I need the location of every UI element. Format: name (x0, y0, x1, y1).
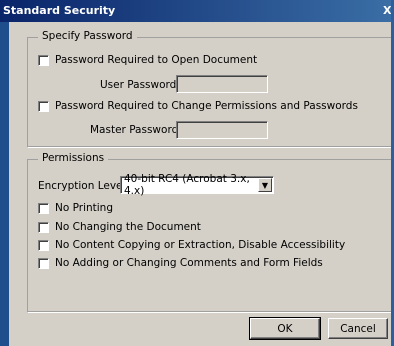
no-content-copying-checkbox[interactable] (38, 239, 49, 251)
specify-password-title: Specify Password (38, 30, 137, 42)
encryption-level-dropdown[interactable]: 40-bit RC4 (Acrobat 3.x, 4.x) ▼ (120, 173, 274, 197)
ok-button-label: OK (277, 322, 293, 335)
chevron-down-icon[interactable]: ▼ (258, 178, 272, 192)
no-printing-row[interactable]: No Printing (38, 202, 113, 214)
change-permissions-password-label: Password Required to Change Permissions … (55, 100, 358, 112)
standard-security-dialog: Standard Security X Specify Password Pas… (0, 0, 392, 346)
user-password-field[interactable] (176, 75, 268, 93)
open-document-password-label: Password Required to Open Document (55, 54, 258, 66)
title-bar[interactable]: Standard Security X (0, 0, 391, 22)
encryption-level-value: 40-bit RC4 (Acrobat 3.x, 4.x) (124, 173, 250, 197)
no-adding-comments-row[interactable]: No Adding or Changing Comments and Form … (38, 257, 323, 269)
cancel-button[interactable]: Cancel (328, 318, 388, 339)
permissions-title: Permissions (38, 152, 109, 164)
no-printing-label: No Printing (55, 202, 114, 214)
left-window-edge (0, 22, 9, 346)
no-content-copying-label: No Content Copying or Extraction, Disabl… (55, 239, 346, 251)
no-changing-document-label: No Changing the Document (55, 221, 201, 233)
ok-button[interactable]: OK (249, 317, 321, 340)
user-password-label: User Password: (100, 79, 180, 91)
no-adding-comments-label: No Adding or Changing Comments and Form … (55, 257, 323, 269)
master-password-field[interactable] (176, 121, 268, 139)
master-password-label: Master Password: (90, 124, 182, 136)
no-adding-comments-checkbox[interactable] (38, 257, 49, 269)
encryption-level-label: Encryption Level: (38, 180, 129, 192)
no-changing-document-row[interactable]: No Changing the Document (38, 221, 201, 233)
window-title: Standard Security (3, 4, 116, 17)
specify-password-group: Specify Password Password Required to Op… (27, 30, 392, 147)
permissions-group: Permissions Encryption Level: 40-bit RC4… (27, 152, 392, 312)
change-permissions-password-checkbox-row[interactable]: Password Required to Change Permissions … (38, 100, 358, 112)
cancel-button-label: Cancel (340, 322, 376, 335)
no-content-copying-row[interactable]: No Content Copying or Extraction, Disabl… (38, 239, 345, 251)
no-printing-checkbox[interactable] (38, 202, 49, 214)
no-changing-document-checkbox[interactable] (38, 221, 49, 233)
open-document-password-checkbox-row[interactable]: Password Required to Open Document (38, 54, 257, 66)
change-permissions-password-checkbox[interactable] (38, 100, 49, 112)
open-document-password-checkbox[interactable] (38, 54, 49, 66)
close-icon[interactable]: X (383, 4, 391, 17)
